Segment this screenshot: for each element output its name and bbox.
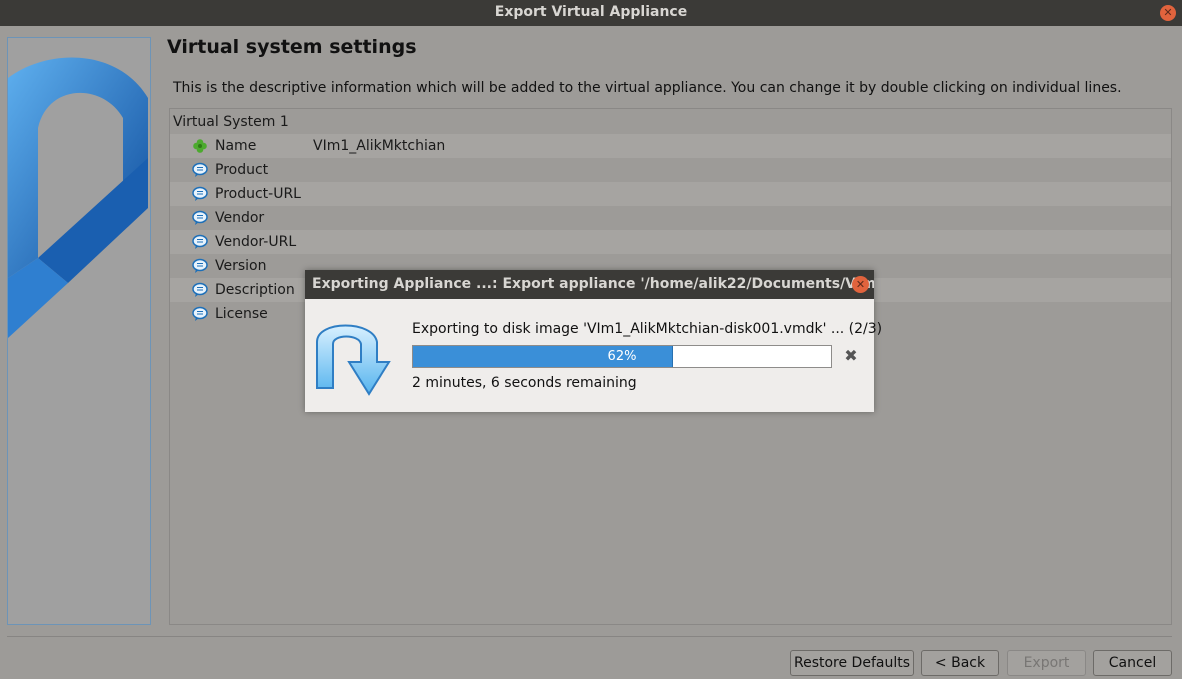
progress-time-remaining: 2 minutes, 6 seconds remaining (412, 375, 637, 391)
cancel-button[interactable]: Cancel (1093, 650, 1172, 676)
tree-row-value: VIm1_AlikMktchian (313, 138, 446, 154)
progress-dialog-close-button[interactable]: ✕ (852, 276, 869, 293)
progress-dialog-title: Exporting Appliance ...: Export applianc… (312, 276, 874, 292)
tree-root-row[interactable]: Virtual System 1 (170, 110, 1171, 134)
back-button[interactable]: < Back (921, 650, 999, 676)
comment-icon (192, 186, 208, 201)
tree-row-product-url[interactable]: Product-URL (170, 182, 1171, 206)
page-title: Virtual system settings (167, 36, 417, 58)
tree-row-label: Vendor-URL (215, 234, 297, 250)
tree-row-label: Vendor (215, 210, 265, 226)
comment-icon (192, 234, 208, 249)
export-arrow-icon (316, 324, 391, 396)
window-close-button[interactable]: ✕ (1160, 5, 1176, 21)
tree-row-label: Description (215, 282, 295, 298)
comment-icon (192, 282, 208, 297)
export-button[interactable]: Export (1007, 650, 1086, 676)
progress-dialog: Exporting Appliance ...: Export applianc… (305, 270, 882, 412)
progress-message: Exporting to disk image 'VIm1_AlikMktchi… (412, 321, 883, 337)
tree-root-label: Virtual System 1 (173, 114, 289, 130)
button-separator (7, 636, 1172, 637)
export-arrow-graphic (8, 57, 148, 338)
window-title: Export Virtual Appliance (494, 4, 688, 20)
tree-row-label: License (215, 306, 268, 322)
tree-row-label: Version (215, 258, 267, 274)
tree-row-name[interactable]: Name VIm1_AlikMktchian (170, 134, 1171, 158)
progress-dialog-titlebar: Exporting Appliance ...: Export applianc… (305, 270, 874, 299)
cancel-operation-icon[interactable]: ✖ (843, 348, 859, 364)
wizard-side-image (7, 37, 151, 625)
progress-percent-label: 62% (607, 349, 637, 364)
comment-icon (192, 210, 208, 225)
tree-row-label: Name (215, 138, 257, 154)
tree-row-label: Product-URL (215, 186, 301, 202)
tree-row-vendor-url[interactable]: Vendor-URL (170, 230, 1171, 254)
page-description: This is the descriptive information whic… (173, 80, 1122, 96)
comment-icon (192, 306, 208, 321)
tree-row-label: Product (215, 162, 269, 178)
progress-bar: 62% (412, 345, 832, 368)
restore-defaults-button[interactable]: Restore Defaults (790, 650, 914, 676)
tree-row-vendor[interactable]: Vendor (170, 206, 1171, 230)
tree-row-product[interactable]: Product (170, 158, 1171, 182)
name-clover-icon (193, 139, 207, 153)
window-titlebar: Export Virtual Appliance ✕ (0, 0, 1182, 26)
comment-icon (192, 162, 208, 177)
comment-icon (192, 258, 208, 273)
